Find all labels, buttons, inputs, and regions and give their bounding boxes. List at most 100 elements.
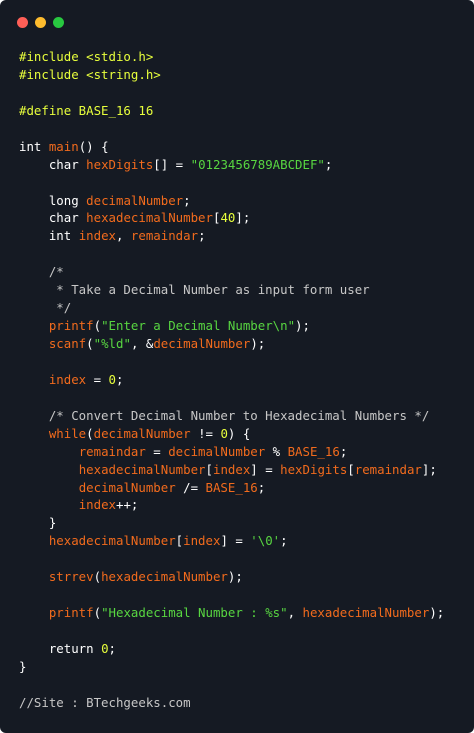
code-token-cmt: /* [19, 264, 64, 280]
code-token-plain: ( [86, 336, 94, 351]
code-token-plain: } [19, 658, 27, 674]
code-line: #define BASE_16 16 [19, 102, 444, 120]
code-token-str: '\0' [250, 533, 281, 549]
code-token-cmt: //Site : BTechgeeks.com [19, 694, 191, 710]
code-line: remaindar = decimalNumber % BASE_16; [19, 443, 444, 461]
code-token-kw: return [48, 640, 102, 656]
code-token-num: 40 [220, 210, 236, 226]
code-token-var: hexadecimalNumber [48, 533, 176, 549]
code-token-plain: , [116, 228, 131, 244]
code-line: return 0; [19, 640, 444, 658]
code-token-var: hexDigits [86, 156, 154, 172]
code-token-var: decimalNumber [86, 192, 184, 208]
code-token-var: index [48, 371, 87, 387]
code-token-plain: ); [295, 318, 310, 334]
code-token-var: BASE_16 [287, 443, 340, 459]
minimize-dot-icon[interactable] [35, 17, 46, 28]
code-line: while(decimalNumber != 0) { [19, 425, 444, 443]
code-token-str: "%ld" [93, 336, 131, 351]
code-token-var: decimalNumber [153, 336, 251, 351]
code-line: char hexadecimalNumber[40]; [19, 209, 444, 227]
code-line: /* Convert Decimal Number to Hexadecimal… [19, 407, 444, 425]
code-token-plain: ++; [116, 497, 139, 513]
code-line: } [19, 658, 444, 676]
code-token-var: hexadecimalNumber [78, 461, 206, 477]
code-token-var: index [78, 228, 116, 244]
code-block: #include <stdio.h> #include <string.h> #d… [19, 48, 444, 712]
code-line: hexadecimalNumber[index] = '\0'; [19, 532, 444, 550]
code-token-plain: ( [86, 425, 94, 441]
code-token-str: "Enter a Decimal Number\n" [101, 318, 296, 334]
code-token-var: hexadecimalNumber [86, 210, 213, 226]
code-line: strrev(hexadecimalNumber); [19, 568, 444, 586]
code-token-var: index [212, 461, 251, 477]
code-token-plain: ( [93, 318, 102, 334]
code-line: index++; [19, 496, 444, 514]
code-token-pre: #include <stdio.h> [19, 49, 154, 64]
code-line: } [19, 514, 444, 532]
code-token-plain: () { [78, 138, 109, 154]
code-token-plain: ); [227, 569, 243, 585]
code-token-var: index [183, 533, 221, 549]
code-line: index = 0; [19, 371, 444, 389]
code-token-plain: ]; [235, 210, 251, 226]
code-token-plain: ; [257, 479, 266, 495]
code-token-plain: % [265, 443, 288, 459]
code-token-plain: ); [250, 336, 266, 351]
code-token-fn: strrev [48, 569, 94, 585]
code-token-num: 0 [108, 371, 117, 387]
code-token-plain: ]; [421, 461, 437, 477]
code-token-var: hexadecimalNumber [302, 605, 430, 621]
maximize-dot-icon[interactable] [53, 17, 64, 28]
code-token-fn: main [48, 138, 79, 154]
code-token-plain: ; [324, 156, 333, 172]
close-dot-icon[interactable] [17, 17, 28, 28]
code-line: //Site : BTechgeeks.com [19, 694, 444, 712]
code-token-fn: while [48, 425, 87, 441]
code-line: int main() { [19, 138, 444, 156]
code-token-plain: ( [93, 605, 102, 621]
code-token-plain: ; [198, 228, 206, 244]
code-token-var: index [78, 497, 116, 513]
code-token-plain: ( [93, 569, 102, 585]
code-line: /* [19, 263, 444, 281]
code-token-plain: ; [116, 371, 124, 387]
code-token-fn: printf [48, 605, 94, 621]
code-line: * Take a Decimal Number as input form us… [19, 281, 444, 299]
code-token-fn: printf [48, 318, 94, 334]
code-token-plain: ) { [227, 425, 251, 441]
code-line: printf("Enter a Decimal Number\n"); [19, 317, 444, 335]
code-token-plain: != [190, 425, 221, 441]
code-token-plain: , & [130, 336, 154, 351]
code-token-kw: int [19, 138, 49, 154]
code-token-var: BASE_16 [205, 479, 258, 495]
code-token-num: 0 [220, 425, 228, 441]
code-token-var: decimalNumber [78, 479, 176, 495]
code-token-plain: = [145, 443, 169, 459]
code-token-plain: ); [429, 605, 445, 621]
code-token-plain: ; [280, 533, 288, 549]
code-token-kw: char [48, 156, 87, 172]
code-token-plain: } [19, 515, 57, 531]
code-token-plain: /= [175, 479, 206, 495]
code-token-var: hexDigits [280, 461, 348, 477]
code-token-var: decimalNumber [168, 443, 266, 459]
